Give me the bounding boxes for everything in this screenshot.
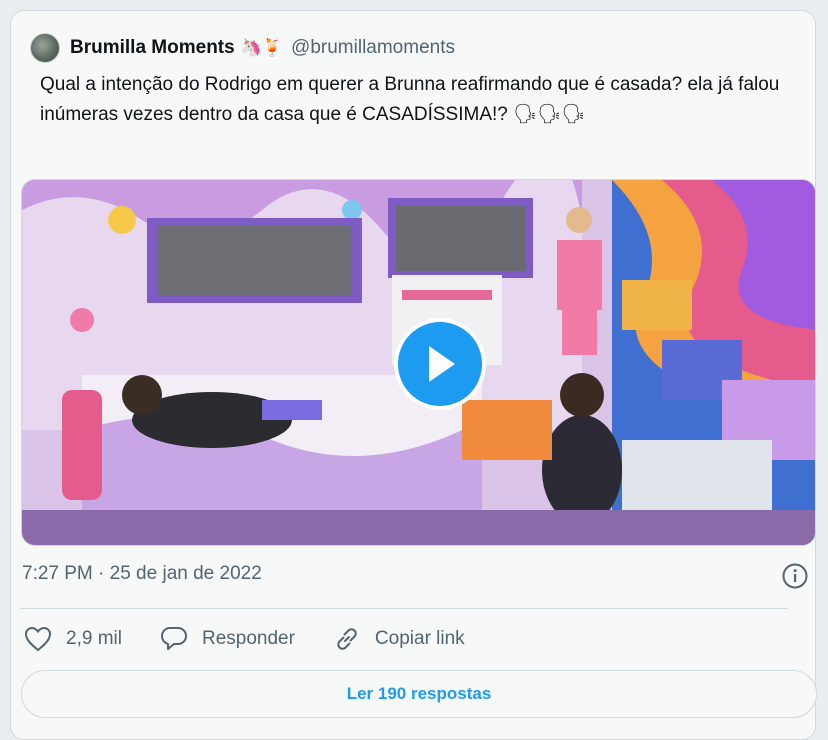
tweet-text: Qual a intenção do Rodrigo em querer a B…: [40, 74, 780, 125]
author-handle[interactable]: @brumillamoments: [291, 37, 455, 59]
video-thumbnail[interactable]: [21, 179, 816, 546]
like-button[interactable]: 2,9 mil: [24, 626, 122, 652]
speech-bubble-icon: [160, 627, 187, 650]
like-count: 2,9 mil: [66, 628, 122, 649]
link-icon: [337, 628, 357, 650]
author-emojis: 🦄🍹: [240, 38, 284, 57]
tweet-header: Brumilla Moments 🦄🍹 @brumillamoments: [30, 33, 455, 63]
action-bar: 2,9 mil Responder Copiar link: [24, 622, 503, 656]
play-button[interactable]: [394, 318, 486, 410]
info-icon: [782, 563, 808, 589]
divider: [20, 608, 788, 609]
heart-icon: [24, 626, 52, 652]
avatar[interactable]: [30, 33, 60, 63]
copy-link-label: Copiar link: [374, 628, 465, 649]
read-replies-button[interactable]: Ler 190 respostas: [21, 670, 817, 718]
author-name[interactable]: Brumilla Moments: [70, 37, 235, 59]
copy-link-button[interactable]: Copiar link: [333, 626, 465, 652]
play-icon: [429, 346, 455, 382]
tweet-timestamp[interactable]: 7:27 PM · 25 de jan de 2022: [22, 563, 262, 585]
reply-label: Responder: [201, 628, 295, 649]
info-button[interactable]: [782, 563, 808, 589]
reply-button[interactable]: Responder: [160, 626, 295, 652]
